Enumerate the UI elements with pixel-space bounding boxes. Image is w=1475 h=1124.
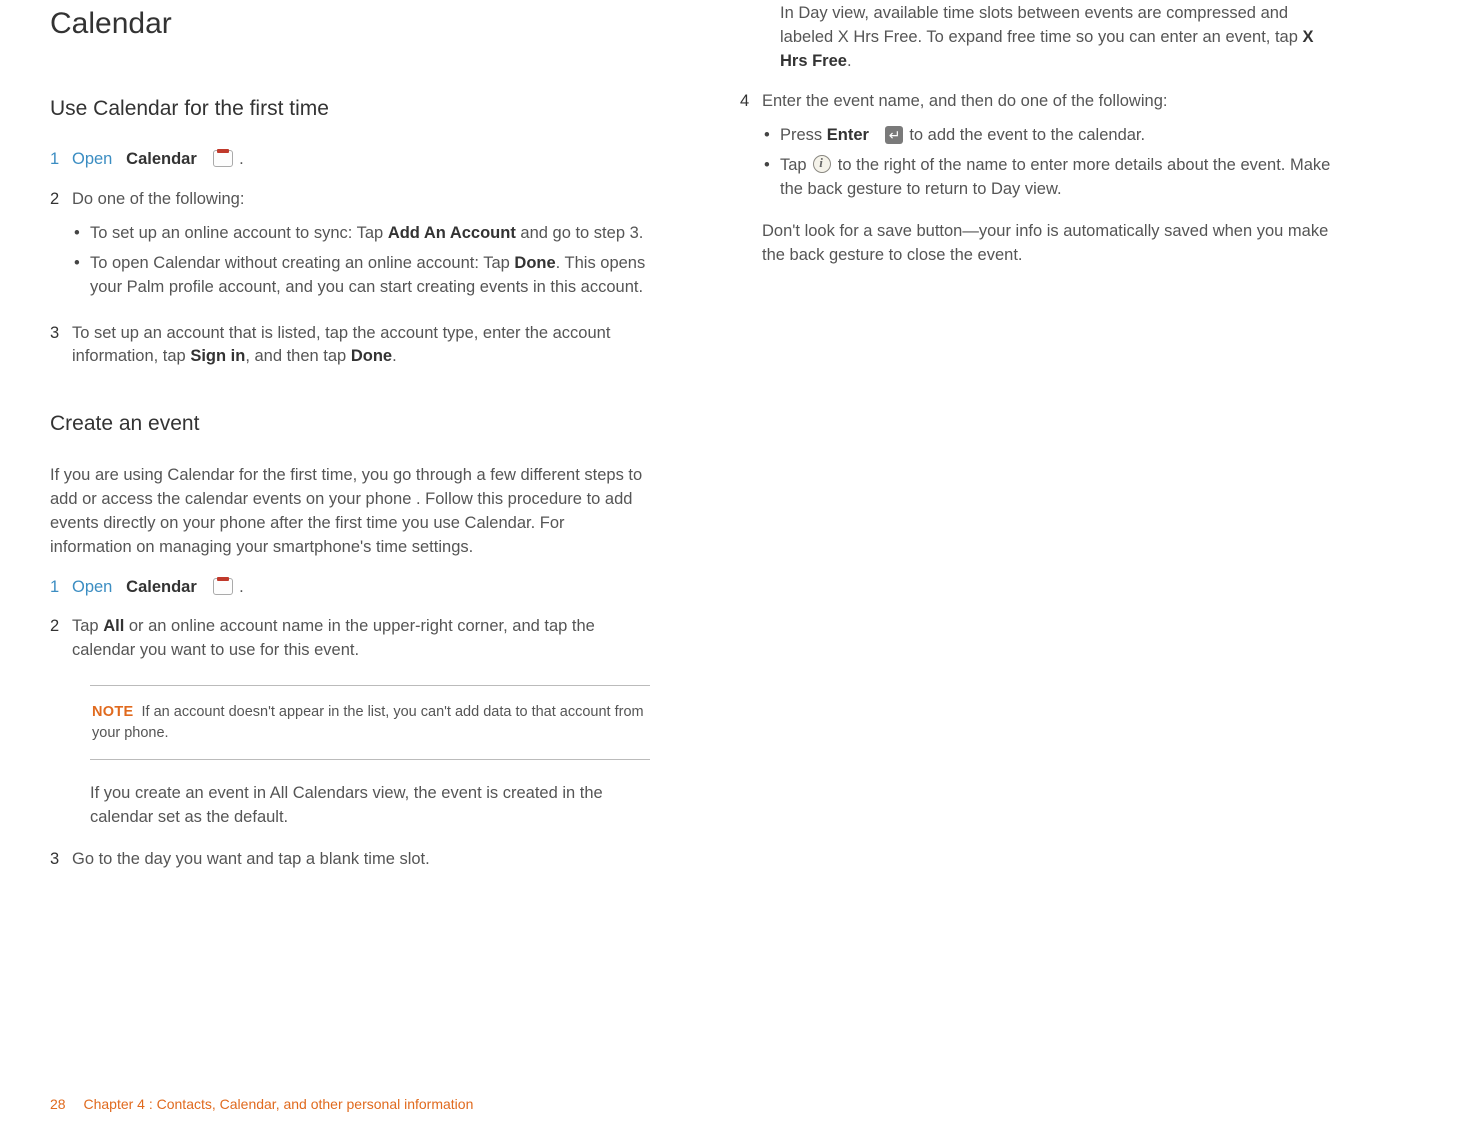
chapter-label: Chapter 4 : Contacts, Calendar, and othe… (83, 1096, 473, 1112)
step-number: 2 (50, 615, 72, 663)
step-text: Enter the event name, and then do one of… (762, 92, 1167, 110)
text: In Day view, available time slots betwee… (780, 4, 1303, 46)
step-body: To set up an account that is listed, tap… (72, 322, 650, 370)
step-number: 2 (50, 188, 72, 306)
day-view-paragraph: In Day view, available time slots betwee… (780, 2, 1340, 74)
text: Tap (780, 156, 811, 174)
bullet-list: Press Enter to add the event to the cale… (762, 124, 1340, 202)
text: Tap (72, 617, 103, 635)
list-item: Tap to the right of the name to enter mo… (762, 154, 1340, 202)
closing-paragraph: Don't look for a save button—your info i… (762, 220, 1340, 268)
step-body: Enter the event name, and then do one of… (762, 90, 1340, 284)
text: To open Calendar without creating an onl… (90, 254, 514, 272)
step-text: Do one of the following: (72, 190, 244, 208)
bold-text: Enter (827, 126, 869, 144)
step-number: 4 (740, 90, 762, 284)
step-3: 3 Go to the day you want and tap a blank… (50, 848, 650, 872)
text: or an online account name in the upper-r… (72, 617, 595, 659)
page: Calendar Use Calendar for the first time… (0, 0, 1475, 888)
text: . (392, 347, 397, 365)
bold-text: Add An Account (388, 224, 516, 242)
step-body: Go to the day you want and tap a blank t… (72, 848, 650, 872)
app-name: Calendar (126, 578, 197, 596)
open-link[interactable]: Open (72, 150, 112, 168)
bold-text: Sign in (190, 347, 245, 365)
bold-text: All (103, 617, 124, 635)
text: , and then tap (245, 347, 351, 365)
text: and go to step 3. (516, 224, 644, 242)
step-1: 1 Open Calendar . (50, 148, 650, 172)
intro-paragraph: If you are using Calendar for the first … (50, 464, 650, 560)
text: Press (780, 126, 827, 144)
period: . (239, 150, 244, 168)
enter-key-icon (885, 126, 903, 144)
step-body: Do one of the following: To set up an on… (72, 188, 650, 306)
step-number: 3 (50, 322, 72, 370)
period: . (239, 578, 244, 596)
step-4: 4 Enter the event name, and then do one … (740, 90, 1340, 284)
step-2: 2 Do one of the following: To set up an … (50, 188, 650, 306)
bold-text: Done (514, 254, 555, 272)
footer: 28 Chapter 4 : Contacts, Calendar, and o… (50, 1094, 473, 1114)
app-name: Calendar (126, 150, 197, 168)
left-column: Calendar Use Calendar for the first time… (50, 0, 650, 888)
list-item: Press Enter to add the event to the cale… (762, 124, 1340, 148)
step-number: 1 (50, 148, 72, 172)
step-number: 3 (50, 848, 72, 872)
text: to the right of the name to enter more d… (780, 156, 1330, 198)
bold-text: Done (351, 347, 392, 365)
note-block: NOTE If an account doesn't appear in the… (90, 685, 650, 760)
step-body: Open Calendar . (72, 148, 650, 172)
text: To set up an online account to sync: Tap (90, 224, 388, 242)
page-title: Calendar (50, 2, 650, 46)
section-heading-create-event: Create an event (50, 409, 650, 439)
step-3: 3 To set up an account that is listed, t… (50, 322, 650, 370)
page-number: 28 (50, 1096, 80, 1112)
step-body: Tap All or an online account name in the… (72, 615, 650, 663)
text: . (847, 52, 852, 70)
calendar-icon (213, 578, 233, 595)
step-1: 1 Open Calendar . (50, 576, 650, 600)
list-item: To open Calendar without creating an onl… (72, 252, 650, 300)
step-2: 2 Tap All or an online account name in t… (50, 615, 650, 663)
info-icon (813, 155, 831, 173)
calendar-icon (213, 150, 233, 167)
list-item: To set up an online account to sync: Tap… (72, 222, 650, 246)
right-column: In Day view, available time slots betwee… (740, 0, 1340, 888)
step-number: 1 (50, 576, 72, 600)
step-body: Open Calendar . (72, 576, 650, 600)
section-heading-first-time: Use Calendar for the first time (50, 94, 650, 124)
note-label: NOTE (92, 704, 137, 720)
after-note-text: If you create an event in All Calendars … (90, 782, 650, 830)
bullet-list: To set up an online account to sync: Tap… (72, 222, 650, 300)
text: to add the event to the calendar. (909, 126, 1145, 144)
note-text: If an account doesn't appear in the list… (92, 704, 644, 740)
open-link[interactable]: Open (72, 578, 112, 596)
